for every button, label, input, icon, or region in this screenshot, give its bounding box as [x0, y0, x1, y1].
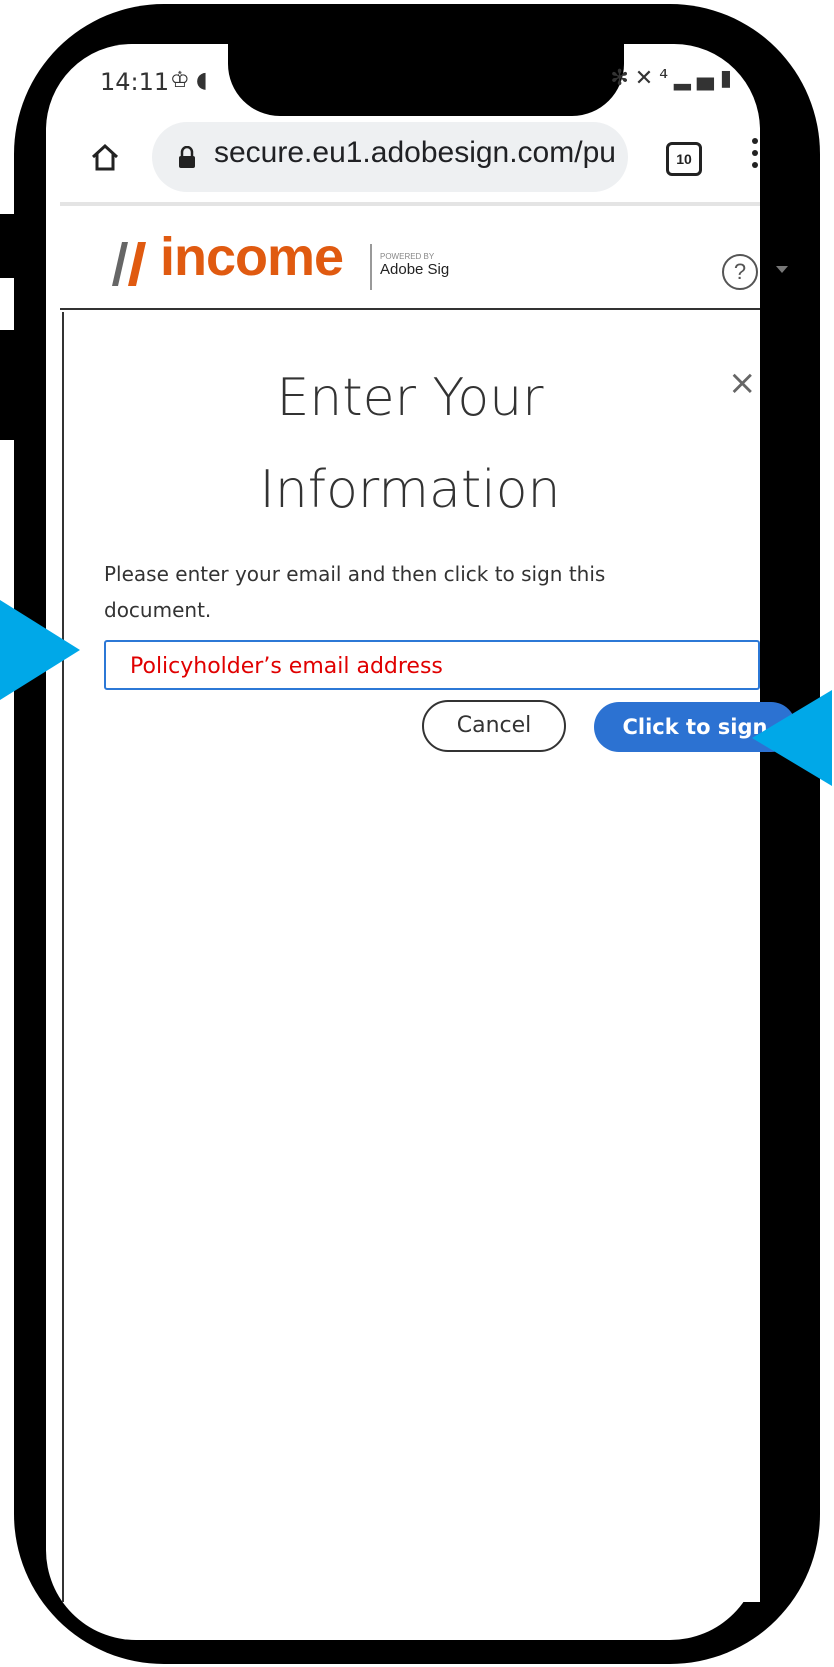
- chevron-down-icon[interactable]: [776, 266, 788, 273]
- status-time: 14:11: [100, 68, 170, 96]
- url-text[interactable]: secure.eu1.adobesign.com/puk: [214, 136, 614, 170]
- more-menu-icon[interactable]: [750, 138, 760, 178]
- battery-icon: ▮: [719, 66, 738, 91]
- toolbar-shadow: [60, 202, 760, 206]
- modal-title-line1: Enter Your: [276, 368, 544, 428]
- trophy-icon: ♔: [170, 68, 190, 93]
- side-button: [0, 330, 16, 440]
- modal-description: Please enter your email and then click t…: [104, 562, 606, 622]
- status-icons: ✻✕⁴▂▄▮: [610, 66, 738, 91]
- powered-by-label: POWERED BY: [380, 252, 435, 261]
- 4g-icon: ⁴: [659, 66, 675, 91]
- partial-icon: ◖: [196, 68, 208, 93]
- powered-by: POWERED BY Adobe Sig: [370, 244, 449, 290]
- volume-button: [0, 214, 16, 278]
- phone-notch: [228, 4, 624, 116]
- bluetooth-icon: ✻: [610, 66, 635, 91]
- signal-icon: ▂▄: [674, 66, 720, 91]
- help-icon[interactable]: ?: [722, 254, 758, 290]
- email-field[interactable]: Policyholder’s email address: [104, 640, 760, 690]
- mute-icon: ✕: [634, 66, 660, 91]
- close-icon[interactable]: ×: [728, 366, 757, 400]
- home-icon[interactable]: [90, 142, 120, 172]
- adobe-sign-label: Adobe Sig: [380, 261, 450, 278]
- tabs-count-icon[interactable]: 10: [666, 142, 702, 176]
- header-divider: [60, 308, 760, 310]
- cancel-button[interactable]: Cancel: [422, 700, 566, 752]
- modal-title: Enter Your Information: [100, 352, 720, 536]
- modal-title-line2: Information: [259, 460, 561, 520]
- callout-arrow-right: [752, 690, 832, 786]
- income-logo-text: income: [160, 227, 344, 287]
- callout-arrow-left: [0, 600, 80, 700]
- lock-icon: [179, 146, 195, 168]
- income-logo-icon: [112, 242, 146, 286]
